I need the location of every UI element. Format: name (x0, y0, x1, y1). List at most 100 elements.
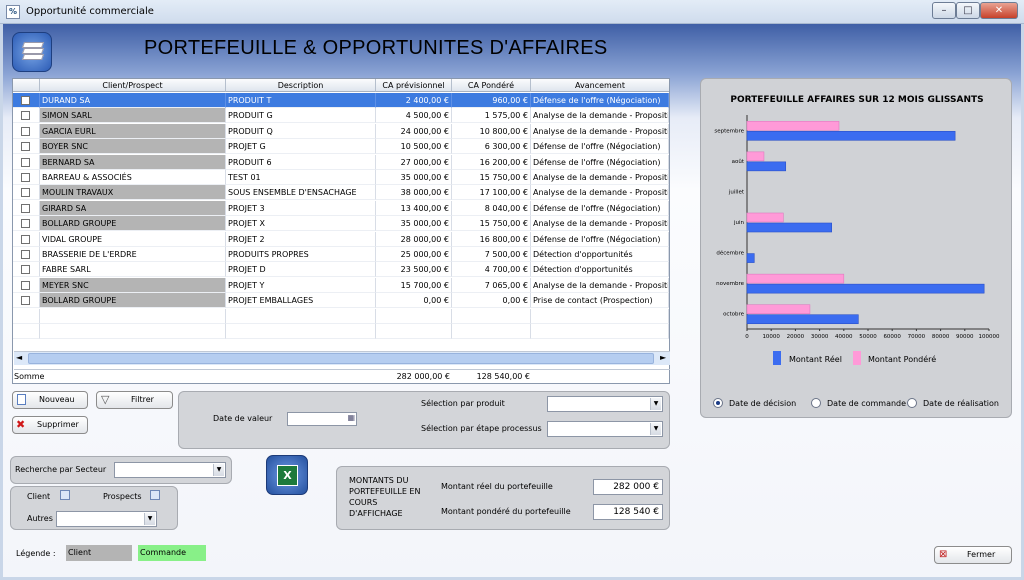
fermer-button[interactable]: ⊠ Fermer (934, 546, 1012, 564)
cell-description: SOUS ENSEMBLE D'ENSACHAGE (226, 185, 376, 201)
table-row[interactable]: BRASSERIE DE L'ERDRE PRODUITS PROPRES 25 0… (13, 247, 669, 262)
cell-ca_prev: 24 000,00 € (376, 123, 452, 139)
col-header-description[interactable]: Description (226, 79, 376, 92)
row-checkbox-cell[interactable] (13, 93, 40, 108)
date-valeur-input[interactable]: ▦ (287, 412, 357, 426)
row-checkbox[interactable] (21, 126, 30, 136)
produit-select[interactable]: ▼ (547, 396, 663, 412)
chevron-down-icon[interactable]: ▼ (144, 513, 155, 525)
radio-label: Date de réalisation (923, 399, 999, 408)
table-row[interactable]: GARCIA EURL PRODUIT Q 24 000,00 €10 800,00… (13, 123, 669, 139)
maximize-button[interactable]: □ (956, 2, 980, 19)
row-checkbox[interactable] (21, 96, 30, 105)
x-tick-label: 10000 (762, 334, 780, 340)
row-checkbox[interactable] (21, 173, 30, 182)
row-checkbox-cell[interactable] (13, 262, 40, 278)
prospects-checkbox[interactable] (150, 490, 160, 500)
autres-select[interactable]: ▼ (56, 511, 157, 527)
bar-pondere (746, 273, 845, 284)
client-checkbox[interactable] (60, 490, 70, 500)
excel-export-button[interactable]: X (266, 455, 308, 495)
col-header-client[interactable]: Client/Prospect (40, 79, 226, 92)
title-bar: % Opportunité commerciale – □ ✕ (0, 0, 1024, 24)
row-checkbox[interactable] (21, 250, 30, 259)
cell-ca_pond: 10 800,00 € (452, 123, 531, 139)
cell-ca_prev: 13 400,00 € (376, 200, 452, 216)
close-window-button[interactable]: ✕ (980, 2, 1018, 19)
row-checkbox[interactable] (21, 157, 30, 167)
cell-ca_pond: 6 300,00 € (452, 139, 531, 155)
scroll-right-icon[interactable]: ► (660, 353, 666, 362)
cell-client: VIDAL GROUPE (40, 231, 226, 247)
row-checkbox-cell[interactable] (13, 154, 40, 170)
legend-reel-label: Montant Réel (789, 355, 842, 364)
col-header-avancement[interactable]: Avancement (531, 79, 669, 92)
row-checkbox[interactable] (21, 234, 30, 244)
etape-select[interactable]: ▼ (547, 421, 663, 437)
filtrer-button[interactable]: ▽ Filtrer (96, 391, 173, 409)
chevron-down-icon[interactable]: ▼ (213, 464, 224, 476)
row-checkbox-cell[interactable] (13, 123, 40, 139)
radio-2[interactable] (907, 398, 917, 408)
cell-description: PROJET X (226, 216, 376, 232)
row-checkbox[interactable] (21, 219, 30, 229)
row-checkbox-cell[interactable] (13, 277, 40, 293)
montant-pondere-field[interactable]: 128 540 € (593, 504, 663, 520)
x-tick-label: 0 (745, 334, 749, 340)
opportunities-table[interactable]: Client/Prospect Description CA prévision… (12, 78, 670, 384)
row-checkbox-cell[interactable] (13, 185, 40, 201)
table-row[interactable]: GIRARD SA PROJET 3 13 400,00 €8 040,00 € Dé… (13, 200, 669, 216)
radio-1[interactable] (811, 398, 821, 408)
cell-client: BERNARD SA (40, 154, 226, 170)
scrollbar-thumb[interactable] (28, 353, 654, 364)
minimize-button[interactable]: – (932, 2, 956, 19)
col-header-ca-pond[interactable]: CA Pondéré (452, 79, 531, 92)
bar-pondere (746, 120, 840, 131)
supprimer-button[interactable]: ✖ Supprimer (12, 416, 88, 434)
row-checkbox[interactable] (21, 188, 30, 198)
cell-client: SIMON SARL (40, 108, 226, 124)
row-checkbox[interactable] (21, 296, 30, 306)
chevron-down-icon[interactable]: ▼ (650, 398, 661, 410)
prospects-label: Prospects (103, 492, 142, 501)
table-row[interactable]: VIDAL GROUPE PROJET 2 28 000,00 €16 800,00… (13, 231, 669, 247)
horizontal-scrollbar[interactable]: ◄ ► (14, 351, 670, 365)
row-checkbox-cell[interactable] (13, 293, 40, 309)
row-checkbox[interactable] (21, 142, 30, 152)
row-checkbox[interactable] (21, 203, 30, 213)
empty-row (13, 324, 669, 339)
row-checkbox-cell[interactable] (13, 200, 40, 216)
table-row[interactable]: BARREAU & ASSOCIÉS TEST 01 35 000,00 €15 7… (13, 170, 669, 185)
cell-ca_pond: 15 750,00 € (452, 216, 531, 232)
table-row[interactable]: SIMON SARL PRODUIT G4 500,00 €1 575,00 € A… (13, 108, 669, 124)
radio-0[interactable] (713, 398, 723, 408)
cell-ca_prev: 27 000,00 € (376, 154, 452, 170)
row-checkbox-cell[interactable] (13, 231, 40, 247)
row-checkbox-cell[interactable] (13, 216, 40, 232)
row-checkbox-cell[interactable] (13, 170, 40, 185)
chevron-down-icon[interactable]: ▼ (650, 423, 661, 435)
sel-produit-label: Sélection par produit (421, 399, 505, 408)
row-checkbox-cell[interactable] (13, 247, 40, 262)
scroll-left-icon[interactable]: ◄ (16, 353, 22, 362)
table-row[interactable]: DURAND SA PRODUIT T2 400,00 €960,00 € Défe… (13, 93, 669, 108)
secteur-select[interactable]: ▼ (114, 462, 226, 478)
table-row[interactable]: BOLLARD GROUPE PROJET X 35 000,00 €15 750,… (13, 216, 669, 232)
cell-ca_pond: 8 040,00 € (452, 200, 531, 216)
col-header-ca-prev[interactable]: CA prévisionnel (376, 79, 452, 92)
row-checkbox[interactable] (21, 280, 30, 290)
calendar-icon[interactable]: ▦ (347, 413, 355, 422)
montant-reel-field[interactable]: 282 000 € (593, 479, 663, 495)
row-checkbox[interactable] (21, 111, 30, 121)
table-row[interactable]: BOLLARD GROUPE PROJET EMBALLAGES 0,00 €0,0… (13, 293, 669, 309)
table-row[interactable]: BERNARD SA PRODUIT 6 27 000,00 €16 200,00 … (13, 154, 669, 170)
row-checkbox[interactable] (21, 265, 30, 275)
table-row[interactable]: FABRE SARL PROJET D 23 500,00 €4 700,00 € D… (13, 262, 669, 278)
table-row[interactable]: MEYER SNC PROJET Y 15 700,00 €7 065,00 € An… (13, 277, 669, 293)
row-checkbox-cell[interactable] (13, 139, 40, 155)
row-checkbox-cell[interactable] (13, 108, 40, 124)
nouveau-button[interactable]: Nouveau (12, 391, 88, 409)
table-row[interactable]: BOYER SNC PROJET G 10 500,00 €6 300,00 € Dé… (13, 139, 669, 155)
table-row[interactable]: MOULIN TRAVAUX SOUS ENSEMBLE D'ENSACHAGE 3… (13, 185, 669, 201)
legend-pondere-swatch (853, 351, 861, 365)
